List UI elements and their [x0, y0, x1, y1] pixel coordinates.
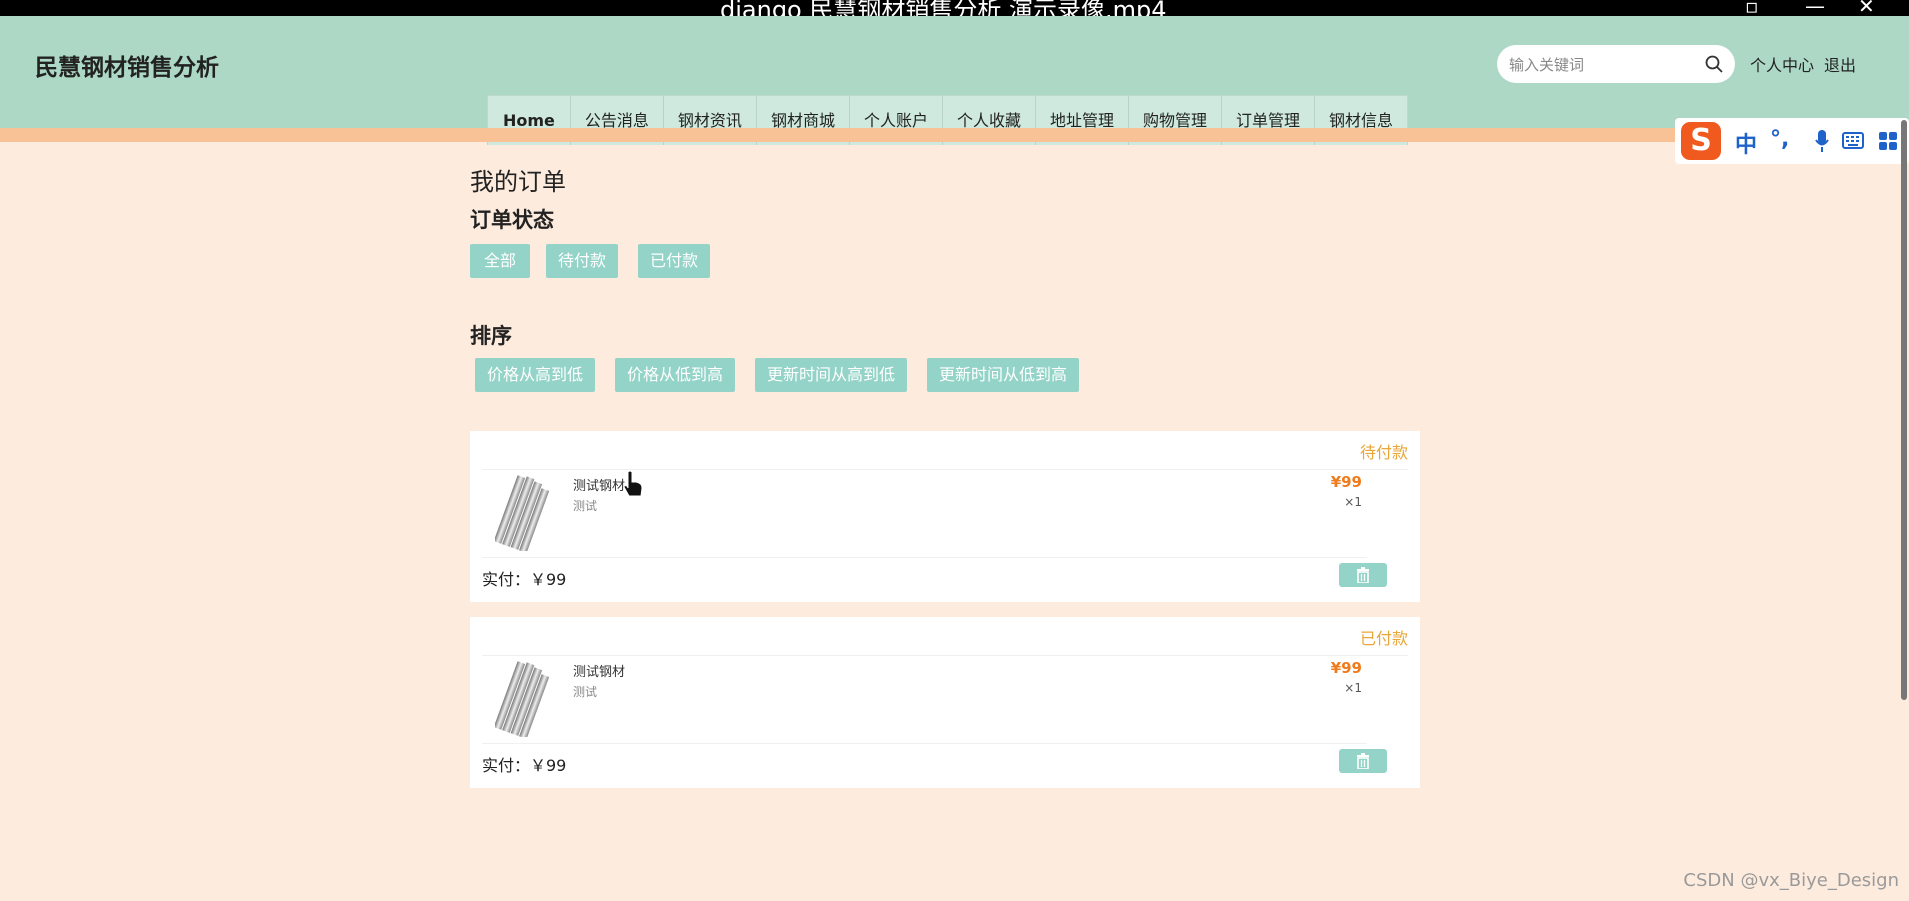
order-card: 已付款 测试钢材 测试 ¥99 ×1 实付：￥99 [470, 617, 1420, 788]
order-total: 实付：￥99 [482, 756, 567, 775]
trash-icon [1357, 567, 1369, 583]
product-price: ¥99 [1330, 659, 1362, 677]
trash-icon [1357, 753, 1369, 769]
personal-center-link[interactable]: 个人中心 [1750, 52, 1814, 76]
filter-paid-button[interactable]: 已付款 [638, 244, 711, 278]
sogou-logo-icon[interactable]: S [1681, 122, 1721, 160]
logout-link[interactable]: 退出 [1824, 52, 1856, 76]
sort-time-asc-button[interactable]: 更新时间从低到高 [927, 358, 1080, 392]
product-name[interactable]: 测试钢材 [573, 661, 625, 680]
divider [482, 743, 1367, 744]
close-icon[interactable]: ✕ [1858, 0, 1875, 16]
product-name[interactable]: 测试钢材 [573, 475, 625, 494]
steel-product-thumbnail[interactable] [495, 475, 550, 551]
page-scrollbar[interactable] [1901, 120, 1907, 700]
divider [482, 655, 1408, 656]
order-card: 待付款 测试钢材 测试 ¥99 ×1 实付：￥99 [470, 431, 1420, 602]
microphone-icon[interactable] [1815, 129, 1829, 153]
product-price: ¥99 [1330, 473, 1362, 491]
filter-all-button[interactable]: 全部 [470, 244, 531, 278]
order-status: 待付款 [1359, 443, 1408, 462]
csdn-watermark: CSDN @vx_Biye_Design [1683, 870, 1899, 891]
ime-toolbar: S 中 °, [1675, 118, 1909, 164]
product-quantity: ×1 [1344, 681, 1362, 695]
header-stripe [0, 128, 1909, 142]
product-description: 测试 [573, 685, 598, 699]
search-icon[interactable] [1705, 55, 1723, 73]
search-input[interactable] [1507, 51, 1701, 79]
video-title: django 民慧钢材销售分析 演示录像.mp4 [720, 0, 1167, 16]
sort-price-desc-button[interactable]: 价格从高到低 [475, 358, 596, 392]
order-total: 实付：￥99 [482, 570, 567, 589]
steel-product-thumbnail[interactable] [495, 661, 550, 737]
keyboard-icon[interactable] [1842, 132, 1864, 149]
hand-cursor-icon [623, 470, 643, 497]
site-brand[interactable]: 民慧钢材销售分析 [35, 48, 219, 82]
divider [482, 469, 1408, 470]
restore-icon[interactable]: ▫ [1745, 0, 1759, 16]
product-description: 测试 [573, 499, 598, 513]
divider [482, 557, 1367, 558]
sort-price-asc-button[interactable]: 价格从低到高 [615, 358, 736, 392]
sort-time-desc-button[interactable]: 更新时间从高到低 [755, 358, 908, 392]
apps-grid-icon[interactable] [1878, 131, 1898, 151]
page-title: 我的订单 [470, 168, 566, 196]
product-quantity: ×1 [1344, 495, 1362, 509]
video-title-bar: django 民慧钢材销售分析 演示录像.mp4 ▫ — ✕ [0, 0, 1909, 16]
delete-order-button[interactable] [1339, 563, 1387, 587]
delete-order-button[interactable] [1339, 749, 1387, 773]
site-header: 民慧钢材销售分析 个人中心 退出 Home 公告消息 钢材资讯 钢材商城 个人账… [0, 16, 1909, 145]
filter-unpaid-button[interactable]: 待付款 [546, 244, 619, 278]
ime-punct-toggle[interactable]: °, [1770, 127, 1789, 152]
sort-title: 排序 [470, 324, 512, 348]
order-status: 已付款 [1359, 629, 1408, 648]
search-box [1497, 45, 1735, 83]
minimize-icon[interactable]: — [1805, 0, 1825, 16]
ime-mode-toggle[interactable]: 中 [1735, 127, 1757, 159]
order-status-title: 订单状态 [470, 208, 554, 232]
